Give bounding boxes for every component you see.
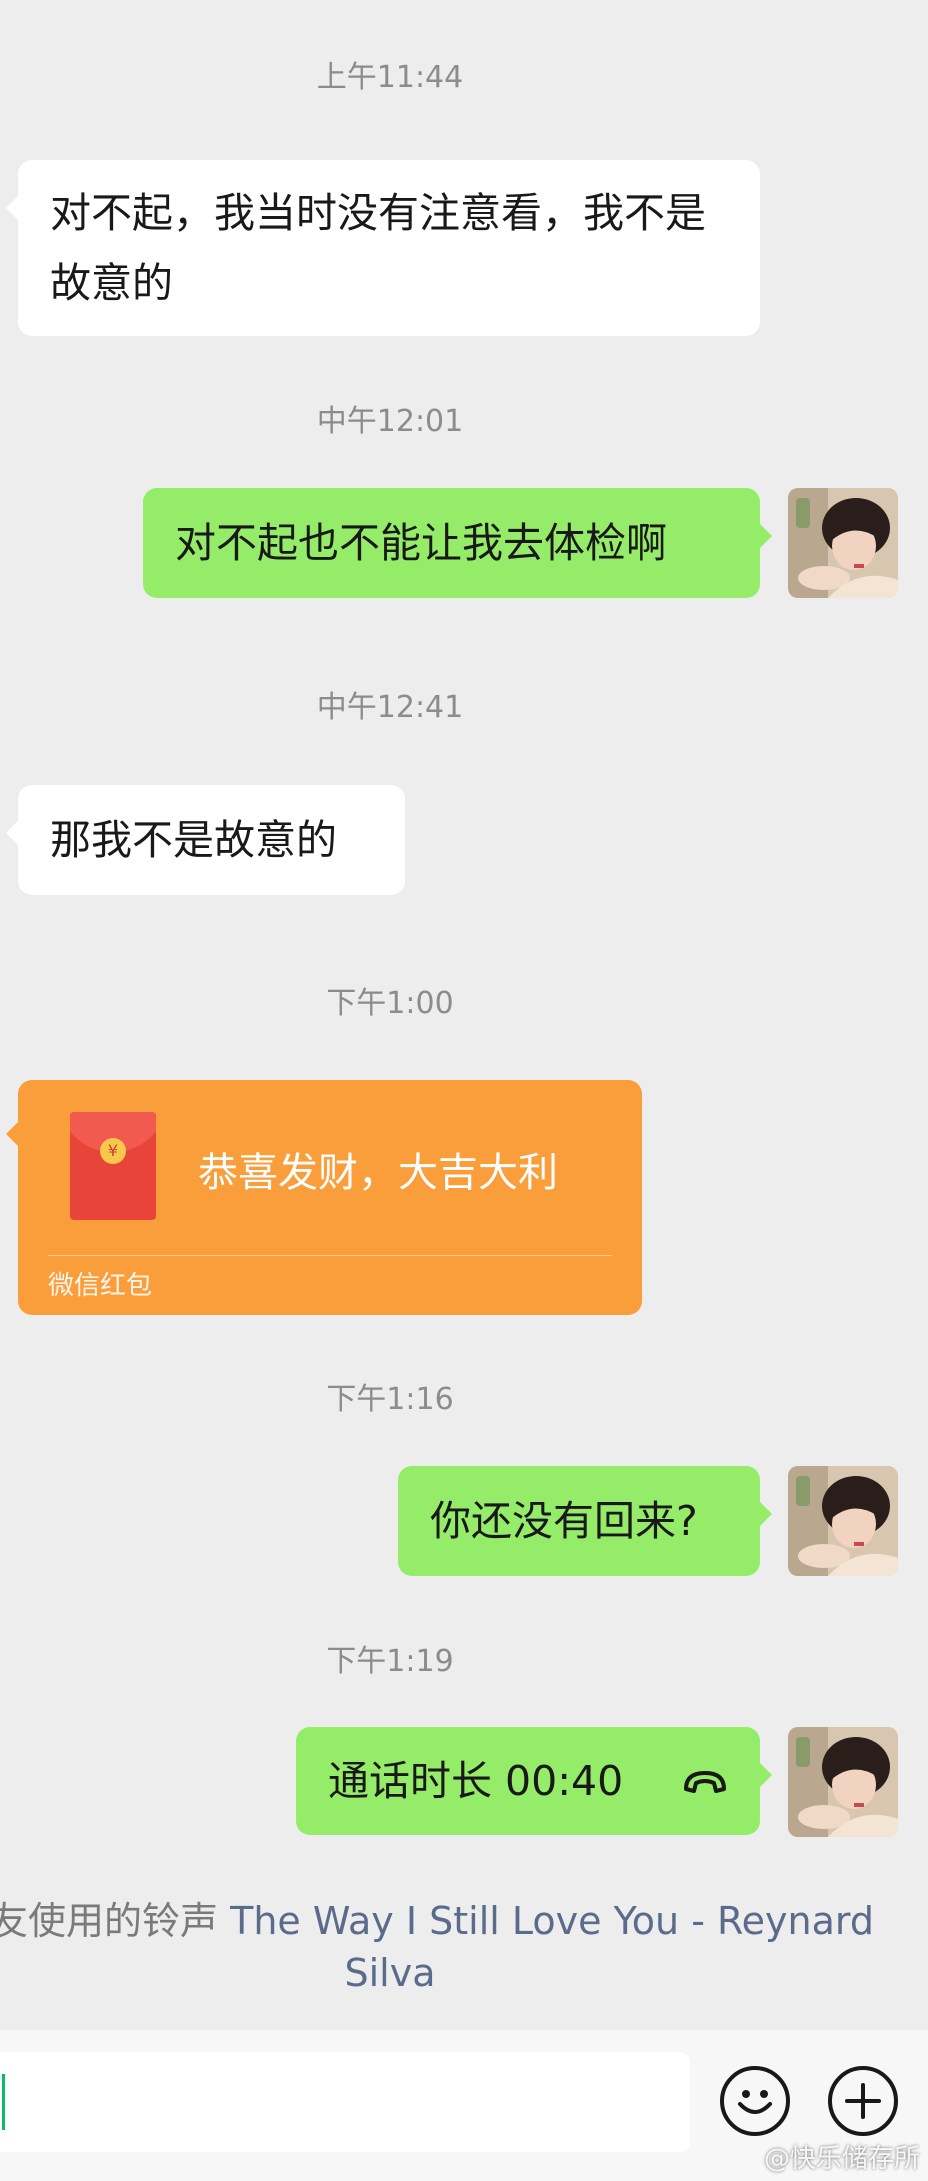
avatar-photo [788,488,898,598]
plus-button[interactable] [828,2066,898,2136]
incoming-message-bubble[interactable]: 对不起，我当时没有注意看，我不是故意的 [6,160,760,336]
avatar[interactable] [788,1727,898,1837]
call-record-bubble[interactable]: 通话时长 00:40 [296,1727,772,1835]
timestamp: 下午1:00 [326,986,454,1021]
message-text: 对不起也不能让我去体检啊 [175,519,667,567]
red-envelope-icon: ¥ [70,1112,156,1220]
message-text: 那我不是故意的 [50,816,337,864]
timestamp: 中午12:41 [316,690,464,725]
message-text: 对不起，我当时没有注意看，我不是故意的 [50,189,706,307]
plus-circle-icon [845,2083,881,2119]
message-text: 你还没有回来? [430,1497,698,1545]
divider [48,1255,612,1256]
red-packet-card[interactable]: ¥ 恭喜发财，大吉大利 微信红包 [6,1080,642,1315]
message-input[interactable] [0,2052,690,2152]
timestamp: 下午1:16 [326,1382,454,1417]
outgoing-message-bubble[interactable]: 对不起也不能让我去体检啊 [143,488,772,598]
phone-hangup-icon [684,1771,726,1793]
red-packet-label: 微信红包 [48,1271,153,1301]
avatar[interactable] [788,1466,898,1576]
call-duration-text: 通话时长 00:40 [328,1757,624,1805]
text-cursor [2,2074,5,2130]
avatar-photo [788,1466,898,1576]
ringtone-song-link-continued[interactable]: Silva [0,1947,780,1999]
incoming-message-bubble[interactable]: 那我不是故意的 [6,785,405,895]
outgoing-message-bubble[interactable]: 你还没有回来? [398,1466,772,1576]
timestamp: 中午12:01 [316,404,464,439]
red-packet-title: 恭喜发财，大吉大利 [198,1150,558,1196]
emoji-face-icon [738,2090,772,2114]
watermark: @快乐储存所 [763,2144,920,2174]
avatar[interactable] [788,488,898,598]
coin-icon: ¥ [100,1138,126,1164]
emoji-button[interactable] [720,2066,790,2136]
timestamp: 上午11:44 [316,60,464,95]
avatar-photo [788,1727,898,1837]
timestamp: 下午1:19 [326,1644,454,1679]
ringtone-song-link[interactable]: The Way I Still Love You - Reynard [230,1899,874,1943]
ringtone-prefix: 友使用的铃声 [0,1899,219,1943]
